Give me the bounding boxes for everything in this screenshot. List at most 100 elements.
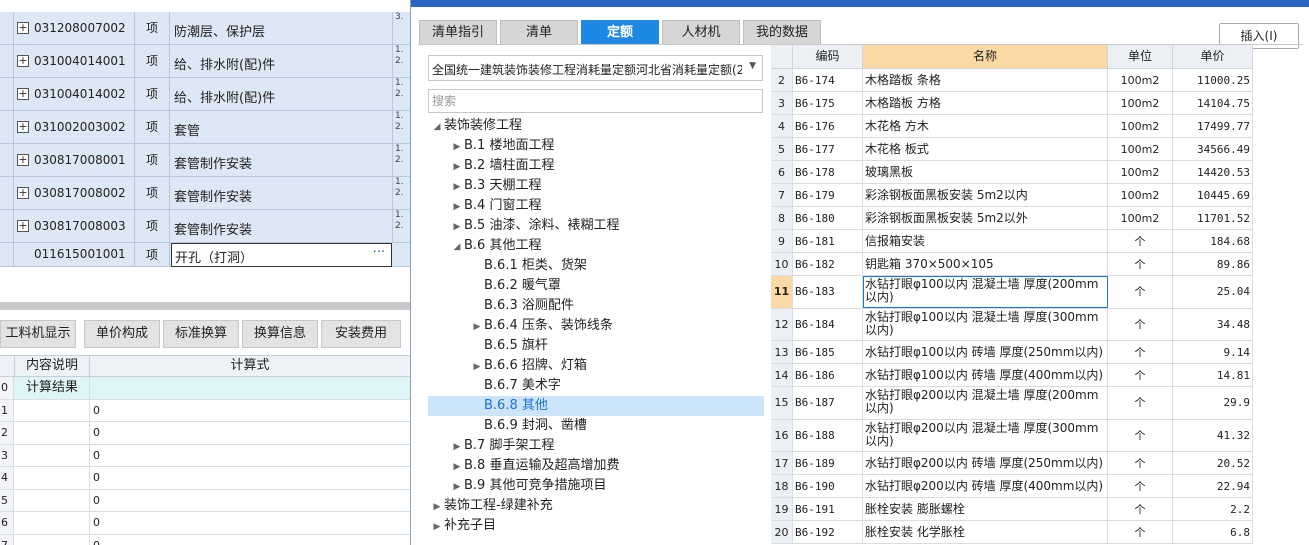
tree-node[interactable]: ▶ B.3 天棚工程 (450, 176, 542, 197)
bill-item-row[interactable]: +030817008003 项套管制作安装 1. 2. (0, 210, 410, 243)
calc-row[interactable]: 40 (0, 467, 410, 490)
expand-plus-icon[interactable]: + (17, 154, 29, 166)
expand-plus-icon[interactable]: + (17, 88, 29, 100)
grid-header-name[interactable]: 名称 (863, 45, 1108, 69)
row-indicator (0, 12, 14, 44)
tree-node[interactable]: ▶ B.5 油漆、涂料、裱糊工程 (450, 216, 620, 237)
grid-row[interactable]: 9 B6-181 信报箱安装个 184.68 (771, 230, 1253, 253)
grid-cell-unit: 个 (1108, 452, 1173, 474)
grid-row[interactable]: 8 B6-180 彩涂钢板面黑板安装 5m2以外 100m2 11701.52 (771, 207, 1253, 230)
grid-row[interactable]: 2 B6-174 木格踏板 条格 100m2 11000.25 (771, 69, 1253, 92)
tree-node[interactable]: B.6.5 旗杆 (470, 336, 548, 356)
pane-splitter[interactable] (0, 302, 410, 310)
collapsed-arrow-icon[interactable]: ▶ (450, 477, 464, 497)
expanded-arrow-icon[interactable]: ◢ (450, 237, 464, 257)
grid-row[interactable]: 16 B6-188 水钻打眼φ200以内 混凝土墙 厚度(300mm以内) 个 41.3… (771, 419, 1253, 452)
bill-item-row-current[interactable]: 011615001001 项开孔（打洞） ··· (0, 243, 410, 267)
library-select[interactable]: 全国统一建筑装饰装修工程消耗量定额河北省消耗量定额(2( ▼ (428, 55, 763, 81)
collapsed-arrow-icon[interactable]: ▶ (470, 357, 484, 377)
grid-row[interactable]: 18 B6-190 水钻打眼φ200以内 砖墙 厚度(400mm以内) 个 22.94 (771, 475, 1253, 498)
grid-row[interactable]: 5 B6-177 木花格 板式 100m2 34566.49 (771, 138, 1253, 161)
tree-node[interactable]: ▶ B.7 脚手架工程 (450, 436, 555, 457)
bill-item-row[interactable]: +031208007002 项防潮层、保护层 3. (0, 12, 410, 45)
collapsed-arrow-icon[interactable]: ▶ (450, 217, 464, 237)
grid-row[interactable]: 3 B6-175 木格踏板 方格 100m2 14104.75 (771, 92, 1253, 115)
collapsed-arrow-icon[interactable]: ▶ (450, 137, 464, 157)
bill-item-row[interactable]: +031004014002 项给、排水附(配)件 1. 2. (0, 78, 410, 111)
collapsed-arrow-icon[interactable]: ▶ (450, 457, 464, 477)
grid-row[interactable]: 13 B6-185 水钻打眼φ100以内 砖墙 厚度(250mm以内) 个 9.14 (771, 341, 1253, 364)
tree-node[interactable]: B.6.1 柜类、货架 (470, 256, 587, 276)
calc-row[interactable]: 60 (0, 512, 410, 535)
tree-node[interactable]: ▶ 装饰工程-绿建补充 (430, 496, 553, 516)
grid-row[interactable]: 15 B6-187 水钻打眼φ200以内 混凝土墙 厚度(200mm以内) 个 29.9 (771, 387, 1253, 420)
tab-4[interactable]: 人材机 (662, 20, 740, 45)
grid-row[interactable]: 20 B6-192 胀栓安装 化学胀栓个 6.8 (771, 521, 1253, 544)
tree-node[interactable]: ▶ B.6.6 招牌、灯箱 (470, 356, 587, 376)
tree-node[interactable]: ▶ 补充子目 (430, 516, 496, 536)
tab-5[interactable]: 我的数据 (743, 20, 821, 45)
expand-plus-icon[interactable]: + (17, 187, 29, 199)
bill-item-row[interactable]: +030817008002 项套管制作安装 1. 2. (0, 177, 410, 210)
tree-node[interactable]: B.6.2 暖气罩 (470, 276, 561, 296)
tab-1[interactable]: 清单指引 (419, 20, 497, 45)
calc-row[interactable]: 0 计算结果 (0, 377, 410, 400)
search-input[interactable] (428, 89, 763, 113)
grid-header-unit[interactable]: 单位 (1108, 45, 1173, 69)
tree-node[interactable]: ▶ B.4 门窗工程 (450, 196, 542, 217)
calc-row[interactable]: 10 (0, 399, 410, 422)
dialog-title-bar[interactable] (411, 0, 1309, 7)
detail-tab-2[interactable]: 单价构成 (84, 320, 160, 348)
expand-plus-icon[interactable]: + (17, 22, 29, 34)
collapsed-arrow-icon[interactable]: ▶ (450, 197, 464, 217)
calc-row[interactable]: 20 (0, 422, 410, 445)
detail-tab-4[interactable]: 换算信息 (242, 320, 318, 348)
expanded-arrow-icon[interactable]: ◢ (430, 117, 444, 137)
tree-node[interactable]: B.6.3 浴厕配件 (470, 296, 574, 316)
tree-node[interactable]: ▶ B.6.4 压条、装饰线条 (470, 316, 613, 336)
tree-node[interactable]: ◢ 装饰装修工程 (430, 116, 522, 136)
bill-item-name-editor[interactable]: 开孔（打洞） ··· (171, 243, 392, 267)
tree-node[interactable]: ▶ B.1 楼地面工程 (450, 136, 555, 157)
collapsed-arrow-icon[interactable]: ▶ (470, 317, 484, 337)
grid-row[interactable]: 11 B6-183 水钻打眼φ100以内 混凝土墙 厚度(200mm以内) 个 25.0… (771, 276, 1253, 309)
collapsed-arrow-icon[interactable]: ▶ (450, 437, 464, 457)
bill-item-row[interactable]: +031004014001 项给、排水附(配)件 1. 2. (0, 45, 410, 78)
calc-row[interactable]: 30 (0, 444, 410, 467)
tab-2[interactable]: 清单 (500, 20, 578, 45)
tree-node[interactable]: ◢ B.6 其他工程 (450, 236, 542, 257)
tree-node[interactable]: B.6.9 封洞、凿槽 (470, 416, 587, 436)
tree-node[interactable]: B.6.8 其他 (428, 396, 764, 416)
expand-plus-icon[interactable]: + (17, 220, 29, 232)
collapsed-arrow-icon[interactable]: ▶ (430, 497, 444, 517)
grid-header-price[interactable]: 单价 (1173, 45, 1253, 69)
tree-node[interactable]: ▶ B.8 垂直运输及超高增加费 (450, 456, 620, 477)
grid-row[interactable]: 17 B6-189 水钻打眼φ200以内 砖墙 厚度(250mm以内) 个 20.52 (771, 452, 1253, 475)
collapsed-arrow-icon[interactable]: ▶ (430, 517, 444, 537)
grid-row[interactable]: 4 B6-176 木花格 方木 100m2 17499.77 (771, 115, 1253, 138)
grid-row[interactable]: 7 B6-179 彩涂钢板面黑板安装 5m2以内 100m2 10445.69 (771, 184, 1253, 207)
expand-plus-icon[interactable]: + (17, 55, 29, 67)
bill-item-row[interactable]: +031002003002 项套管 1. 2. (0, 111, 410, 144)
collapsed-arrow-icon[interactable]: ▶ (450, 177, 464, 197)
detail-tab-5[interactable]: 安装费用 (321, 320, 401, 348)
tree-node[interactable]: B.6.7 美术字 (470, 376, 561, 396)
collapsed-arrow-icon[interactable]: ▶ (450, 157, 464, 177)
grid-header-code[interactable]: 编码 (793, 45, 863, 69)
detail-tab-1[interactable]: 工料机显示 (0, 320, 76, 348)
grid-row[interactable]: 14 B6-186 水钻打眼φ100以内 砖墙 厚度(400mm以内) 个 14.81 (771, 364, 1253, 387)
calc-row[interactable]: 50 (0, 489, 410, 512)
bill-item-row[interactable]: +030817008001 项套管制作安装 1. 2. (0, 144, 410, 177)
tree-node[interactable]: ▶ B.2 墙柱面工程 (450, 156, 555, 177)
more-options-icon[interactable]: ··· (373, 245, 385, 260)
tab-3[interactable]: 定额 (581, 20, 659, 45)
expand-plus-icon[interactable]: + (17, 121, 29, 133)
grid-row[interactable]: 19 B6-191 胀栓安装 膨胀螺栓个 2.2 (771, 498, 1253, 521)
tree-node[interactable]: ▶ B.9 其他可竞争措施项目 (450, 476, 607, 497)
grid-row[interactable]: 10 B6-182 钥匙箱 370×500×105 个 89.86 (771, 253, 1253, 276)
grid-row[interactable]: 6 B6-178 玻璃黑板 100m2 14420.53 (771, 161, 1253, 184)
calc-row[interactable]: 70 (0, 534, 410, 545)
detail-tab-3[interactable]: 标准换算 (163, 320, 239, 348)
grid-row[interactable]: 12 B6-184 水钻打眼φ100以内 混凝土墙 厚度(300mm以内) 个 34.4… (771, 308, 1253, 341)
grid-cell-price: 14420.53 (1173, 161, 1253, 183)
